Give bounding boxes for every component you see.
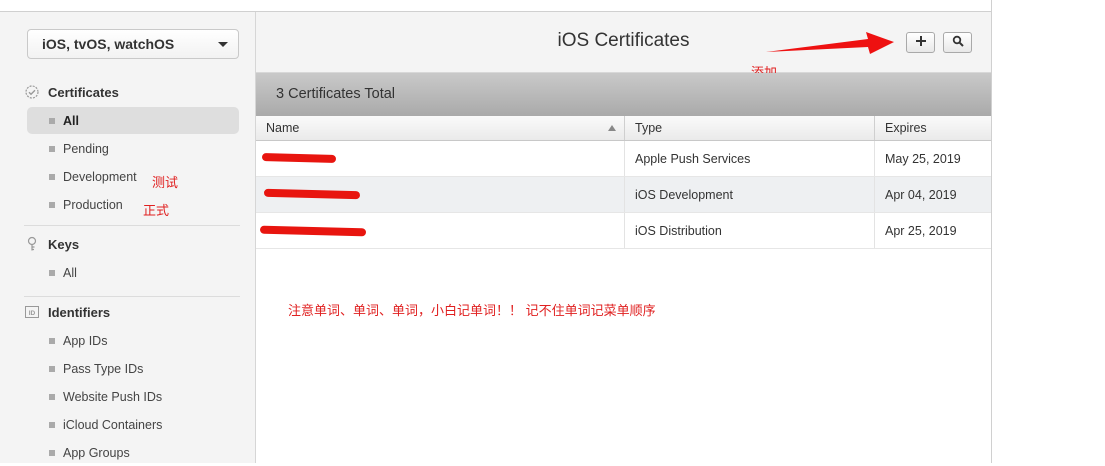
bullet-icon — [49, 270, 55, 276]
cell-expires: Apr 25, 2019 — [874, 213, 991, 248]
sidebar-item-label: Website Push IDs — [63, 389, 163, 404]
section-title: Identifiers — [48, 304, 111, 320]
certificates-total: 3 Certificates Total — [276, 86, 396, 102]
sidebar-item-label: Development — [63, 169, 137, 184]
svg-text:ID: ID — [29, 310, 36, 317]
search-button[interactable] — [943, 32, 972, 53]
sidebar-item-label: All — [63, 113, 79, 128]
sidebar-item-label: App IDs — [63, 333, 108, 348]
bullet-icon — [49, 174, 55, 180]
divider — [24, 225, 240, 226]
sidebar-item-label: iCloud Containers — [63, 417, 163, 432]
column-header-name[interactable]: Name — [256, 116, 624, 140]
chevron-down-icon — [218, 42, 228, 47]
column-label: Type — [635, 121, 663, 135]
sidebar-item-icloud-containers[interactable]: iCloud Containers — [27, 411, 239, 438]
certificate-icon — [24, 84, 40, 100]
sidebar-item-label: Production — [63, 197, 123, 212]
table-header: Name Type Expires — [256, 116, 991, 141]
bullet-icon — [49, 338, 55, 344]
column-label: Expires — [885, 121, 927, 135]
table-row[interactable]: iOS Distribution Apr 25, 2019 — [256, 213, 991, 249]
cell-name — [256, 213, 624, 248]
redaction-mark — [259, 225, 367, 237]
column-header-expires[interactable]: Expires — [874, 116, 991, 140]
column-header-type[interactable]: Type — [624, 116, 874, 140]
column-label: Name — [266, 121, 300, 135]
annotation-note: 注意单词、单词、单词，小白记单词！！ 记不住单词记菜单顺序 — [288, 303, 656, 318]
section-identifiers: ID Identifiers — [24, 302, 110, 322]
sidebar-item-pass-type-ids[interactable]: Pass Type IDs — [27, 355, 239, 382]
table-row[interactable]: Apple Push Services May 25, 2019 — [256, 141, 991, 177]
cell-expires: Apr 04, 2019 — [874, 177, 991, 212]
key-icon — [24, 236, 40, 252]
plus-icon — [915, 34, 927, 52]
cell-name — [256, 141, 624, 176]
bullet-icon — [49, 394, 55, 400]
sidebar: iOS, tvOS, watchOS Certificates All Pend… — [0, 12, 256, 463]
redaction-mark — [263, 188, 361, 200]
sidebar-item-label: Pass Type IDs — [63, 361, 144, 376]
id-icon: ID — [24, 304, 40, 320]
arrow-annotation-icon — [766, 32, 894, 54]
sidebar-item-development[interactable]: Development — [27, 163, 239, 190]
content-right-border — [991, 0, 992, 463]
bullet-icon — [49, 422, 55, 428]
section-keys: Keys — [24, 234, 79, 254]
cell-expires: May 25, 2019 — [874, 141, 991, 176]
sidebar-item-website-push-ids[interactable]: Website Push IDs — [27, 383, 239, 410]
platform-select-label: iOS, tvOS, watchOS — [42, 36, 175, 52]
cell-type: iOS Development — [624, 177, 874, 212]
sort-ascending-icon — [608, 125, 616, 131]
sidebar-item-label: All — [63, 265, 77, 280]
section-certificates: Certificates — [24, 82, 119, 102]
sidebar-item-pending[interactable]: Pending — [27, 135, 239, 162]
divider — [24, 296, 240, 297]
note-development: 测试 — [152, 175, 179, 190]
bullet-icon — [49, 450, 55, 456]
add-button[interactable] — [906, 32, 935, 53]
top-border — [0, 0, 992, 12]
section-title: Certificates — [48, 84, 119, 100]
bullet-icon — [49, 366, 55, 372]
sidebar-item-label: App Groups — [63, 445, 130, 460]
cell-name — [256, 177, 624, 212]
sidebar-item-app-ids[interactable]: App IDs — [27, 327, 239, 354]
sidebar-item-app-groups[interactable]: App Groups — [27, 439, 239, 466]
section-title: Keys — [48, 236, 80, 252]
total-bar: 3 Certificates Total — [256, 73, 991, 118]
sidebar-item-label: Pending — [63, 141, 109, 156]
table-row[interactable]: iOS Development Apr 04, 2019 — [256, 177, 991, 213]
bullet-icon — [49, 146, 55, 152]
cell-type: Apple Push Services — [624, 141, 874, 176]
sidebar-item-all-certificates[interactable]: All — [27, 107, 239, 134]
sidebar-item-production[interactable]: Production — [27, 191, 239, 218]
note-production: 正式 — [143, 203, 170, 218]
bullet-icon — [49, 202, 55, 208]
search-icon — [952, 34, 964, 52]
platform-select[interactable]: iOS, tvOS, watchOS — [27, 29, 239, 59]
bullet-icon — [49, 118, 55, 124]
sidebar-item-all-keys[interactable]: All — [27, 259, 239, 286]
redaction-mark — [261, 153, 337, 163]
cell-type: iOS Distribution — [624, 213, 874, 248]
